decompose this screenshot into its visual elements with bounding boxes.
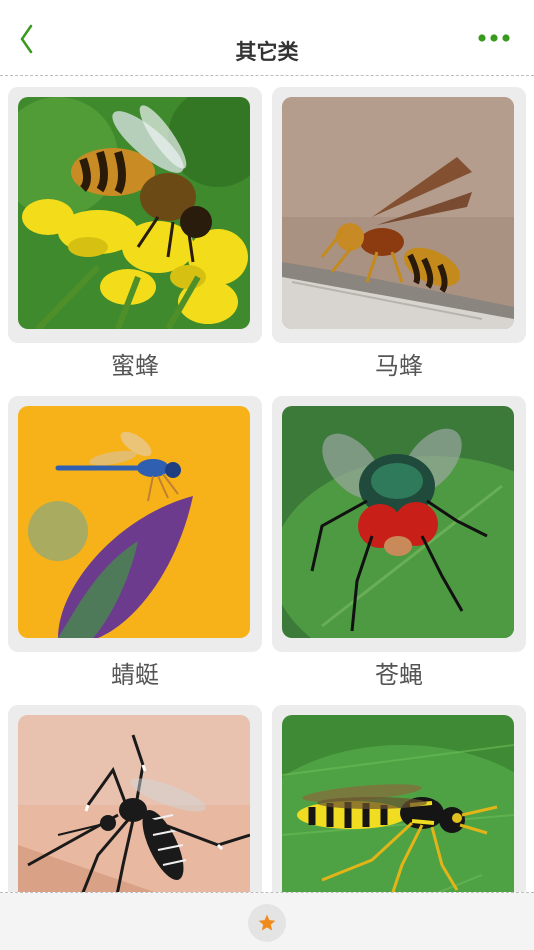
page-title: 其它类 — [235, 40, 299, 64]
grid-item-mosquito[interactable] — [8, 705, 262, 892]
grid-item-bee[interactable] — [8, 87, 262, 343]
grid-item-hornet[interactable] — [272, 87, 526, 343]
grid-item-label: 马蜂 — [375, 352, 423, 380]
grid-item-label: 蜻蜓 — [111, 661, 159, 689]
fly-photo — [282, 406, 514, 638]
star-icon — [258, 914, 276, 931]
mosquito-photo — [18, 715, 250, 892]
favorite-button[interactable] — [248, 904, 286, 942]
dragonfly-photo — [18, 406, 250, 638]
hornet-photo — [282, 97, 514, 329]
more-dots-icon[interactable] — [476, 30, 512, 46]
grid-item-label: 苍蝇 — [375, 661, 423, 689]
insect-grid: 蜜蜂 马蜂 蜻蜓 苍蝇 — [0, 76, 534, 892]
wasp-photo — [282, 715, 514, 892]
grid-item-fly[interactable] — [272, 396, 526, 652]
grid-item-wasp[interactable] — [272, 705, 526, 892]
bee-photo — [18, 97, 250, 329]
grid-item-label: 蜜蜂 — [111, 352, 159, 380]
grid-item-dragonfly[interactable] — [8, 396, 262, 652]
top-bar: 其它类 — [0, 0, 534, 76]
